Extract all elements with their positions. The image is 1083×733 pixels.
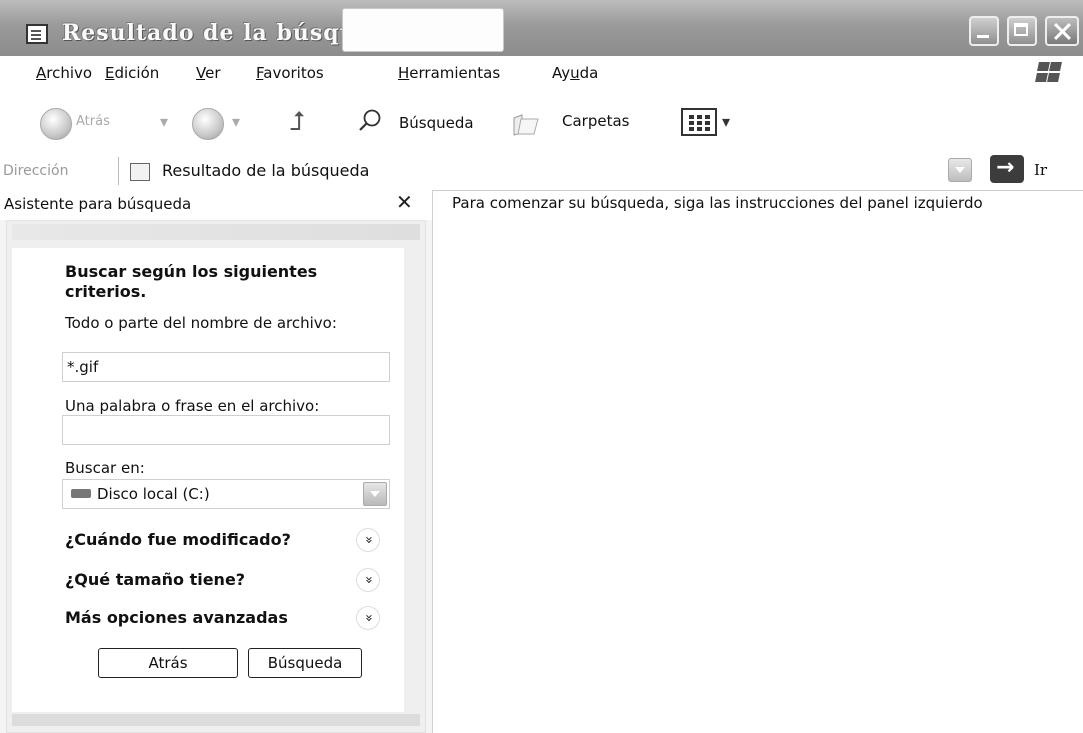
menu-favoritos[interactable]: Favoritos bbox=[256, 64, 324, 82]
windows-flag-icon bbox=[1035, 61, 1062, 83]
filename-input[interactable]: *.gif bbox=[62, 352, 390, 382]
chevron-down-icon[interactable]: » bbox=[356, 568, 380, 592]
search-results-window-icon bbox=[26, 24, 48, 44]
back-button[interactable]: Atrás bbox=[98, 648, 238, 678]
address-label: Dirección bbox=[3, 163, 69, 179]
folders-icon bbox=[513, 114, 539, 136]
magnifier-icon bbox=[359, 109, 381, 131]
chevron-down-icon[interactable]: » bbox=[356, 606, 380, 630]
folders-button-label[interactable]: Carpetas bbox=[562, 112, 629, 130]
menu-ver[interactable]: Ver bbox=[196, 64, 221, 82]
look-in-select[interactable]: Disco local (C:) bbox=[62, 479, 390, 509]
look-in-dropdown-button[interactable] bbox=[363, 482, 387, 506]
panel-divider bbox=[12, 224, 420, 240]
filename-label: Todo o parte del nombre de archivo: bbox=[65, 314, 337, 332]
close-icon[interactable]: ✕ bbox=[396, 190, 413, 214]
chevron-down-icon[interactable]: » bbox=[356, 528, 380, 552]
look-in-label: Buscar en: bbox=[65, 459, 145, 477]
search-panel-header: Asistente para búsqueda ✕ bbox=[0, 190, 432, 220]
go-arrow-icon[interactable] bbox=[990, 155, 1024, 183]
views-icon[interactable] bbox=[681, 108, 717, 136]
search-criteria-heading: Buscar según los siguientes criterios. bbox=[65, 262, 318, 301]
back-button-label[interactable]: Atrás bbox=[76, 114, 110, 129]
menu-archivo[interactable]: Archivo bbox=[36, 64, 92, 82]
section-size[interactable]: ¿Qué tamaño tiene? bbox=[65, 570, 245, 589]
search-panel-title: Asistente para búsqueda bbox=[4, 195, 192, 213]
views-dropdown-icon[interactable]: ▾ bbox=[722, 112, 730, 131]
close-window-button[interactable] bbox=[1045, 16, 1079, 46]
forward-dropdown-icon[interactable]: ▾ bbox=[232, 112, 240, 131]
back-dropdown-icon[interactable]: ▾ bbox=[160, 112, 168, 131]
minimize-button[interactable] bbox=[969, 16, 999, 46]
look-in-value: Disco local (C:) bbox=[97, 485, 210, 503]
menu-herramientas[interactable]: Herramientas bbox=[398, 64, 500, 82]
maximize-button[interactable] bbox=[1007, 16, 1037, 46]
phrase-input[interactable] bbox=[62, 415, 390, 445]
menu-edicion[interactable]: Edición bbox=[105, 64, 159, 82]
go-button-label[interactable]: Ir bbox=[1034, 161, 1047, 179]
search-results-page-icon bbox=[130, 163, 150, 181]
menu-ayuda[interactable]: Ayuda bbox=[552, 64, 598, 82]
address-value[interactable]: Resultado de la búsqueda bbox=[162, 161, 369, 180]
drive-icon bbox=[71, 489, 91, 498]
results-message: Para comenzar su búsqueda, siga las inst… bbox=[452, 194, 983, 212]
search-toolbar-button[interactable] bbox=[342, 8, 504, 52]
folder-up-icon[interactable]: ⮥ bbox=[290, 107, 305, 138]
section-advanced-options[interactable]: Más opciones avanzadas bbox=[65, 608, 288, 627]
section-date-modified[interactable]: ¿Cuándo fue modificado? bbox=[65, 530, 291, 549]
phrase-label: Una palabra o frase en el archivo: bbox=[65, 397, 320, 415]
menu-bar: Archivo Edición Ver Favoritos Herramient… bbox=[0, 56, 1083, 93]
back-arrow-icon[interactable] bbox=[40, 108, 72, 140]
panel-footer-divider bbox=[12, 714, 420, 726]
address-dropdown-button[interactable] bbox=[948, 158, 972, 182]
title-bar[interactable]: Resultado de la búsqueda bbox=[0, 0, 1083, 57]
search-button[interactable]: Búsqueda bbox=[248, 648, 362, 678]
search-button-label[interactable]: Búsqueda bbox=[399, 114, 474, 132]
forward-arrow-icon[interactable] bbox=[192, 108, 224, 140]
